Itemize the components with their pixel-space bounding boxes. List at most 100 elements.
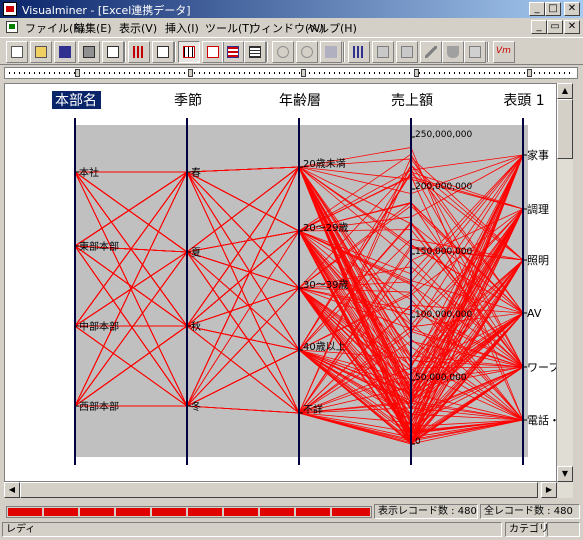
panel-button[interactable] [396, 41, 418, 63]
axis-value-label: 20～29歳 [303, 222, 348, 234]
printer-icon [83, 46, 95, 58]
axis-title-header1[interactable]: 表頭 1 [503, 93, 544, 109]
toolbar-separator [174, 42, 176, 62]
save-button[interactable] [54, 41, 76, 63]
axis-value-label: 春 [191, 167, 201, 179]
axis-value-label: 秋 [191, 320, 201, 333]
ruler-handle[interactable] [75, 69, 80, 77]
report-icon [469, 46, 481, 58]
matrix-button[interactable] [222, 41, 244, 63]
axis-position-ruler[interactable] [4, 67, 578, 79]
import-button[interactable] [6, 41, 28, 63]
axis-value-label: 100,000,000 [415, 310, 473, 320]
ruler-handle[interactable] [527, 69, 532, 77]
axis-value-label: 40歳以上 [303, 341, 346, 353]
minimize-button[interactable]: _ [529, 2, 545, 16]
axis-title-region[interactable]: 本部名 [55, 93, 97, 109]
status-empty-panel [547, 522, 580, 537]
axis-value-label: 東部本部 [79, 240, 119, 253]
axis-value-label: AV [527, 307, 542, 320]
grid-button[interactable] [372, 41, 394, 63]
axis-value-label: 西部本部 [79, 400, 119, 413]
vm-logo-button[interactable]: Vm [493, 41, 515, 63]
filter-button[interactable] [320, 41, 342, 63]
progress-segment [80, 508, 114, 516]
axis-value-label: 家事 [527, 148, 549, 162]
vertical-scroll-thumb[interactable] [557, 99, 573, 159]
flask-button[interactable] [442, 41, 464, 63]
open-icon [35, 46, 47, 58]
axis-title-age-group[interactable]: 年齢層 [279, 93, 321, 109]
progress-segment [332, 508, 370, 516]
import-icon [11, 46, 23, 58]
menu-help[interactable]: ヘルプ(H) [307, 20, 357, 36]
axis-value-label: 本社 [79, 166, 99, 179]
menu-tools[interactable]: ツール(T) [205, 20, 253, 36]
ruler-handle[interactable] [188, 69, 193, 77]
bar-chart-icon [133, 46, 145, 58]
horizontal-scrollbar[interactable]: ◀ ▶ [4, 482, 573, 498]
grid-icon [377, 46, 389, 58]
progress-bar [6, 506, 372, 518]
progress-segment [44, 508, 78, 516]
document-icon[interactable] [6, 21, 18, 33]
zoom-in-icon [277, 46, 289, 58]
axis-value-label: 冬 [191, 400, 201, 413]
record-status-bar: 表示レコード数 : 480 全レコード数 : 480 [0, 503, 583, 520]
parallel-coordinates-plot[interactable]: 本部名 季節 年齢層 売上額 表頭 1 本社東部本部中部本部西部本部 春夏秋冬 20… [5, 84, 557, 482]
axis-value-label: 0 [415, 437, 421, 447]
scroll-left-button[interactable]: ◀ [4, 482, 20, 498]
sort-button[interactable] [348, 41, 370, 63]
axis-value-label: 調理 [527, 202, 549, 216]
ruler-handle[interactable] [414, 69, 419, 77]
brush-icon [425, 46, 437, 58]
zoom-out-button[interactable] [296, 41, 318, 63]
axis-value-label: 50,000,000 [415, 373, 467, 383]
zoom-out-icon [301, 46, 313, 58]
parallel-coords-button[interactable] [178, 41, 200, 63]
open-button[interactable] [30, 41, 52, 63]
axis-value-label: 200,000,000 [415, 182, 473, 192]
app-icon[interactable] [3, 2, 17, 16]
mdi-restore-button[interactable]: ▭ [547, 20, 563, 34]
axis-value-label: ワープロ [527, 361, 557, 374]
brush-button[interactable] [420, 41, 442, 63]
scroll-up-button[interactable]: ▲ [557, 83, 573, 99]
scatter-icon [207, 46, 219, 58]
report-button[interactable] [464, 41, 486, 63]
zoom-in-button[interactable] [272, 41, 294, 63]
vm-logo-icon: Vm [496, 46, 511, 56]
mdi-close-button[interactable]: ✕ [564, 20, 580, 34]
table-button[interactable] [244, 41, 266, 63]
axis-value-label: 30～39歳 [303, 279, 348, 291]
mdi-minimize-button[interactable]: _ [531, 20, 547, 34]
close-button[interactable]: ✕ [564, 2, 580, 16]
properties-button[interactable] [152, 41, 174, 63]
axis-title-season[interactable]: 季節 [174, 92, 202, 109]
chart-button[interactable] [128, 41, 150, 63]
menu-edit[interactable]: 編集(E) [74, 20, 112, 36]
toolbar-separator [487, 42, 489, 62]
progress-segment [116, 508, 150, 516]
horizontal-scroll-thumb[interactable] [20, 482, 538, 498]
menu-view[interactable]: 表示(V) [119, 20, 157, 36]
axis-value-label: 中部本部 [79, 320, 119, 333]
progress-segment [296, 508, 330, 516]
maximize-button[interactable]: □ [545, 2, 561, 16]
axis-value-label: 電話・ファ [527, 413, 557, 427]
ruler-handle[interactable] [301, 69, 306, 77]
ready-status: レディ [2, 522, 502, 537]
menu-insert[interactable]: 挿入(I) [165, 20, 199, 36]
parallel-coordinates-canvas[interactable]: 本部名 季節 年齢層 売上額 表頭 1 本社 東部本部 中部本部 西部本部 春夏秋冬 20… [4, 83, 557, 482]
total-record-count: 全レコード数 : 480 [480, 504, 580, 519]
ruler-ticks [9, 72, 573, 74]
scatter-button[interactable] [202, 41, 224, 63]
vertical-scrollbar[interactable]: ▲ ▼ [557, 83, 573, 482]
scroll-down-button[interactable]: ▼ [557, 466, 573, 482]
copy-button[interactable] [102, 41, 124, 63]
toolbar-separator [266, 42, 268, 62]
axis-title-sales[interactable]: 売上額 [391, 93, 433, 109]
print-button[interactable] [78, 41, 100, 63]
displayed-record-count: 表示レコード数 : 480 [374, 504, 478, 519]
scroll-right-button[interactable]: ▶ [541, 482, 557, 498]
